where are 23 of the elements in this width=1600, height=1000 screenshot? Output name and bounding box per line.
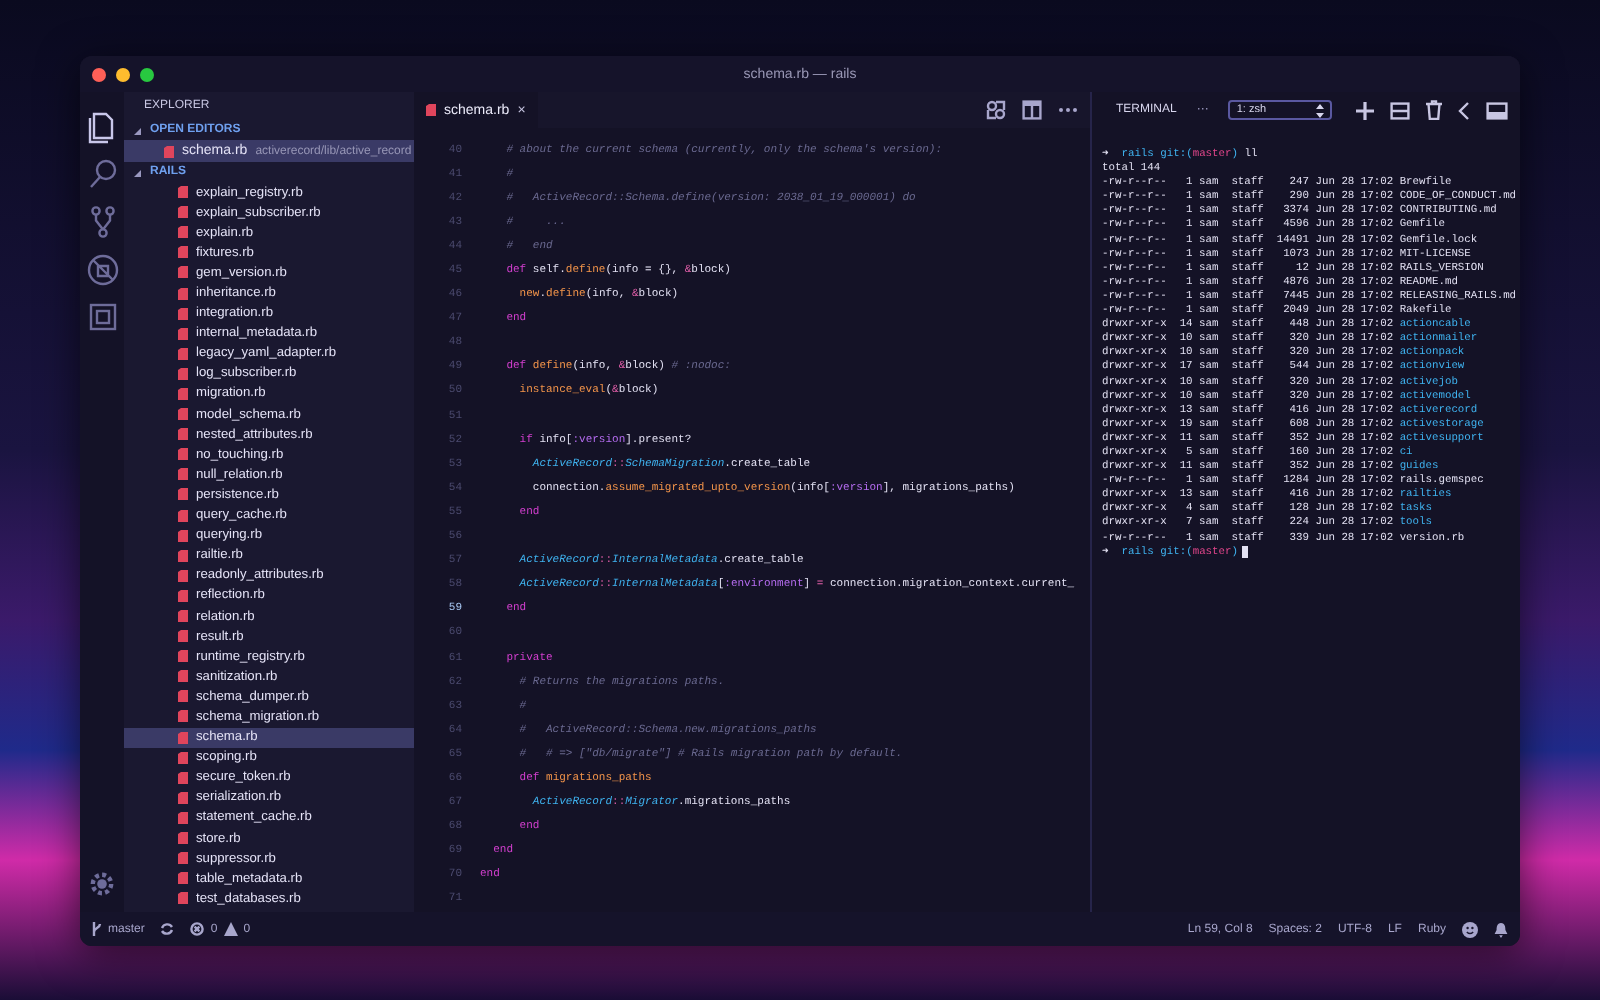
- maximize-panel-icon[interactable]: [1486, 101, 1508, 119]
- split-terminal-icon[interactable]: [1390, 101, 1410, 119]
- branch-icon: [92, 922, 102, 936]
- file-icon: [164, 145, 174, 157]
- source-control-icon[interactable]: [85, 204, 119, 240]
- error-icon: [190, 922, 205, 936]
- minimize-button[interactable]: [116, 67, 130, 81]
- split-editor-icon[interactable]: [1022, 100, 1042, 120]
- sync-icon[interactable]: [160, 922, 175, 936]
- close-button[interactable]: [92, 67, 106, 81]
- file-icon: [426, 104, 436, 116]
- warning-icon: [223, 922, 238, 936]
- zoom-button[interactable]: [140, 67, 154, 81]
- search-icon[interactable]: [85, 156, 119, 192]
- chevron-left-icon[interactable]: [1458, 101, 1470, 119]
- plus-icon[interactable]: [1356, 101, 1374, 119]
- extensions-icon[interactable]: [85, 300, 119, 336]
- bell-icon[interactable]: [1494, 921, 1508, 937]
- settings-icon[interactable]: [90, 872, 114, 896]
- updown-caret-icon: [1316, 103, 1325, 117]
- files-icon[interactable]: [85, 108, 119, 144]
- trash-icon[interactable]: [1426, 100, 1442, 120]
- smiley-icon[interactable]: [1462, 921, 1478, 937]
